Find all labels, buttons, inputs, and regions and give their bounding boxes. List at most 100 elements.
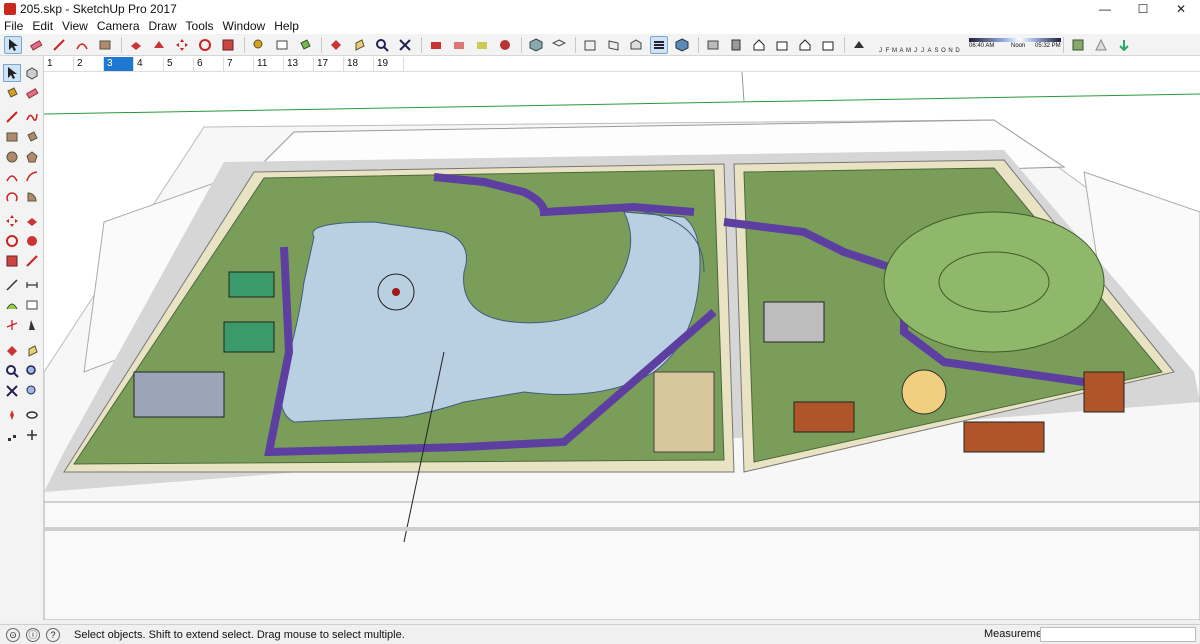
look-around-icon[interactable] (23, 406, 41, 424)
layers-icon[interactable] (1069, 36, 1087, 54)
menu-tools[interactable]: Tools (186, 19, 214, 33)
walk-icon[interactable] (3, 426, 21, 444)
polygon-icon[interactable] (23, 148, 41, 166)
scene-tab-2[interactable]: 2 (74, 56, 104, 71)
section-icon[interactable] (496, 36, 514, 54)
scene-tab-18[interactable]: 18 (344, 56, 374, 71)
top-view-icon[interactable] (550, 36, 568, 54)
close-button[interactable]: ✕ (1162, 0, 1200, 18)
rotate-icon[interactable] (3, 232, 21, 250)
rotated-rectangle-icon[interactable] (23, 128, 41, 146)
back-view-icon[interactable] (627, 36, 645, 54)
rectangle-icon[interactable] (3, 128, 21, 146)
paint-bucket-icon[interactable] (296, 36, 314, 54)
select-icon[interactable] (4, 35, 22, 54)
rectangle-icon[interactable] (96, 36, 114, 54)
zoom-extents-icon[interactable] (3, 382, 21, 400)
scene-tab-1[interactable]: 1 (44, 56, 74, 71)
move-icon[interactable] (173, 36, 191, 54)
paint-bucket-icon[interactable] (3, 84, 21, 102)
three-point-arc-icon[interactable] (3, 188, 21, 206)
section-plane-icon[interactable] (23, 426, 41, 444)
extension-icon[interactable] (1115, 36, 1133, 54)
left-view-icon[interactable] (650, 35, 668, 54)
push-pull-icon[interactable] (23, 212, 41, 230)
make-component-icon[interactable] (23, 64, 41, 82)
previous-view-icon[interactable] (23, 382, 41, 400)
measurements-input[interactable] (1040, 627, 1196, 642)
protractor-icon[interactable] (3, 296, 21, 314)
dimension-icon[interactable] (23, 276, 41, 294)
orbit-icon[interactable] (3, 342, 21, 360)
move-icon[interactable] (3, 212, 21, 230)
text-icon[interactable] (273, 36, 291, 54)
right-view-icon[interactable] (604, 36, 622, 54)
scene-tab-3[interactable]: 3 (104, 56, 134, 71)
credits-icon[interactable]: ⓘ (26, 627, 40, 642)
scene-tab-5[interactable]: 5 (164, 56, 194, 71)
scene-tab-4[interactable]: 4 (134, 56, 164, 71)
zoom-window-icon[interactable] (23, 362, 41, 380)
arc-icon[interactable] (3, 168, 21, 186)
style-builder-icon[interactable] (1092, 36, 1110, 54)
camera-icon[interactable] (450, 36, 468, 54)
3d-text-icon[interactable] (23, 316, 41, 334)
help-icon[interactable]: ? (46, 627, 60, 642)
house-icon[interactable] (796, 36, 814, 54)
follow-me-icon[interactable] (23, 232, 41, 250)
model-viewport[interactable] (44, 72, 1200, 620)
line-icon[interactable] (3, 108, 21, 126)
axes-icon[interactable] (3, 316, 21, 334)
zoom-icon[interactable] (3, 362, 21, 380)
pencil-icon[interactable] (50, 36, 68, 54)
scene-tab-6[interactable]: 6 (194, 56, 224, 71)
front-view-icon[interactable] (581, 36, 599, 54)
pie-icon[interactable] (23, 188, 41, 206)
zoom-icon[interactable] (373, 36, 391, 54)
scene-tab-7[interactable]: 7 (224, 56, 254, 71)
scene-tab-17[interactable]: 17 (314, 56, 344, 71)
menu-edit[interactable]: Edit (32, 19, 53, 33)
arc-icon[interactable] (73, 36, 91, 54)
freehand-icon[interactable] (23, 108, 41, 126)
pan-icon[interactable] (350, 36, 368, 54)
scene-tab-19[interactable]: 19 (374, 56, 404, 71)
geo-location-icon[interactable]: ⊙ (6, 627, 20, 642)
pan-icon[interactable] (23, 342, 41, 360)
menu-file[interactable]: File (4, 19, 23, 33)
building-icon[interactable] (773, 36, 791, 54)
components-icon[interactable] (704, 36, 722, 54)
xray-icon[interactable] (673, 36, 691, 54)
position-camera-icon[interactable] (3, 406, 21, 424)
menu-draw[interactable]: Draw (149, 19, 177, 33)
minimize-button[interactable]: — (1086, 0, 1124, 18)
circle-icon[interactable] (3, 148, 21, 166)
walk-icon[interactable] (473, 36, 491, 54)
menu-window[interactable]: Window (223, 19, 266, 33)
materials-icon[interactable] (727, 36, 745, 54)
maximize-button[interactable]: ☐ (1124, 0, 1162, 18)
text-icon[interactable] (23, 296, 41, 314)
follow-me-icon[interactable] (150, 36, 168, 54)
menu-camera[interactable]: Camera (97, 19, 140, 33)
push-pull-icon[interactable] (127, 36, 145, 54)
previous-scene-icon[interactable] (427, 36, 445, 54)
scene-tab-13[interactable]: 13 (284, 56, 314, 71)
two-point-arc-icon[interactable] (23, 168, 41, 186)
shadow-time-slider[interactable]: 06:40 AM Noon 05:32 PM (969, 37, 1061, 52)
orbit-icon[interactable] (327, 36, 345, 54)
zoom-extents-icon[interactable] (396, 36, 414, 54)
shadow-date-slider[interactable]: J F M A M J J A S O N D (877, 36, 961, 54)
scene-tab-11[interactable]: 11 (254, 56, 284, 71)
iso-view-icon[interactable] (527, 36, 545, 54)
menu-view[interactable]: View (62, 19, 88, 33)
menu-help[interactable]: Help (274, 19, 299, 33)
scale-icon[interactable] (3, 252, 21, 270)
rotate-icon[interactable] (196, 36, 214, 54)
tape-measure-icon[interactable] (250, 36, 268, 54)
eraser-icon[interactable] (23, 84, 41, 102)
select-icon[interactable] (3, 64, 21, 82)
tape-measure-icon[interactable] (3, 276, 21, 294)
eraser-icon[interactable] (27, 36, 45, 54)
offset-icon[interactable] (23, 252, 41, 270)
